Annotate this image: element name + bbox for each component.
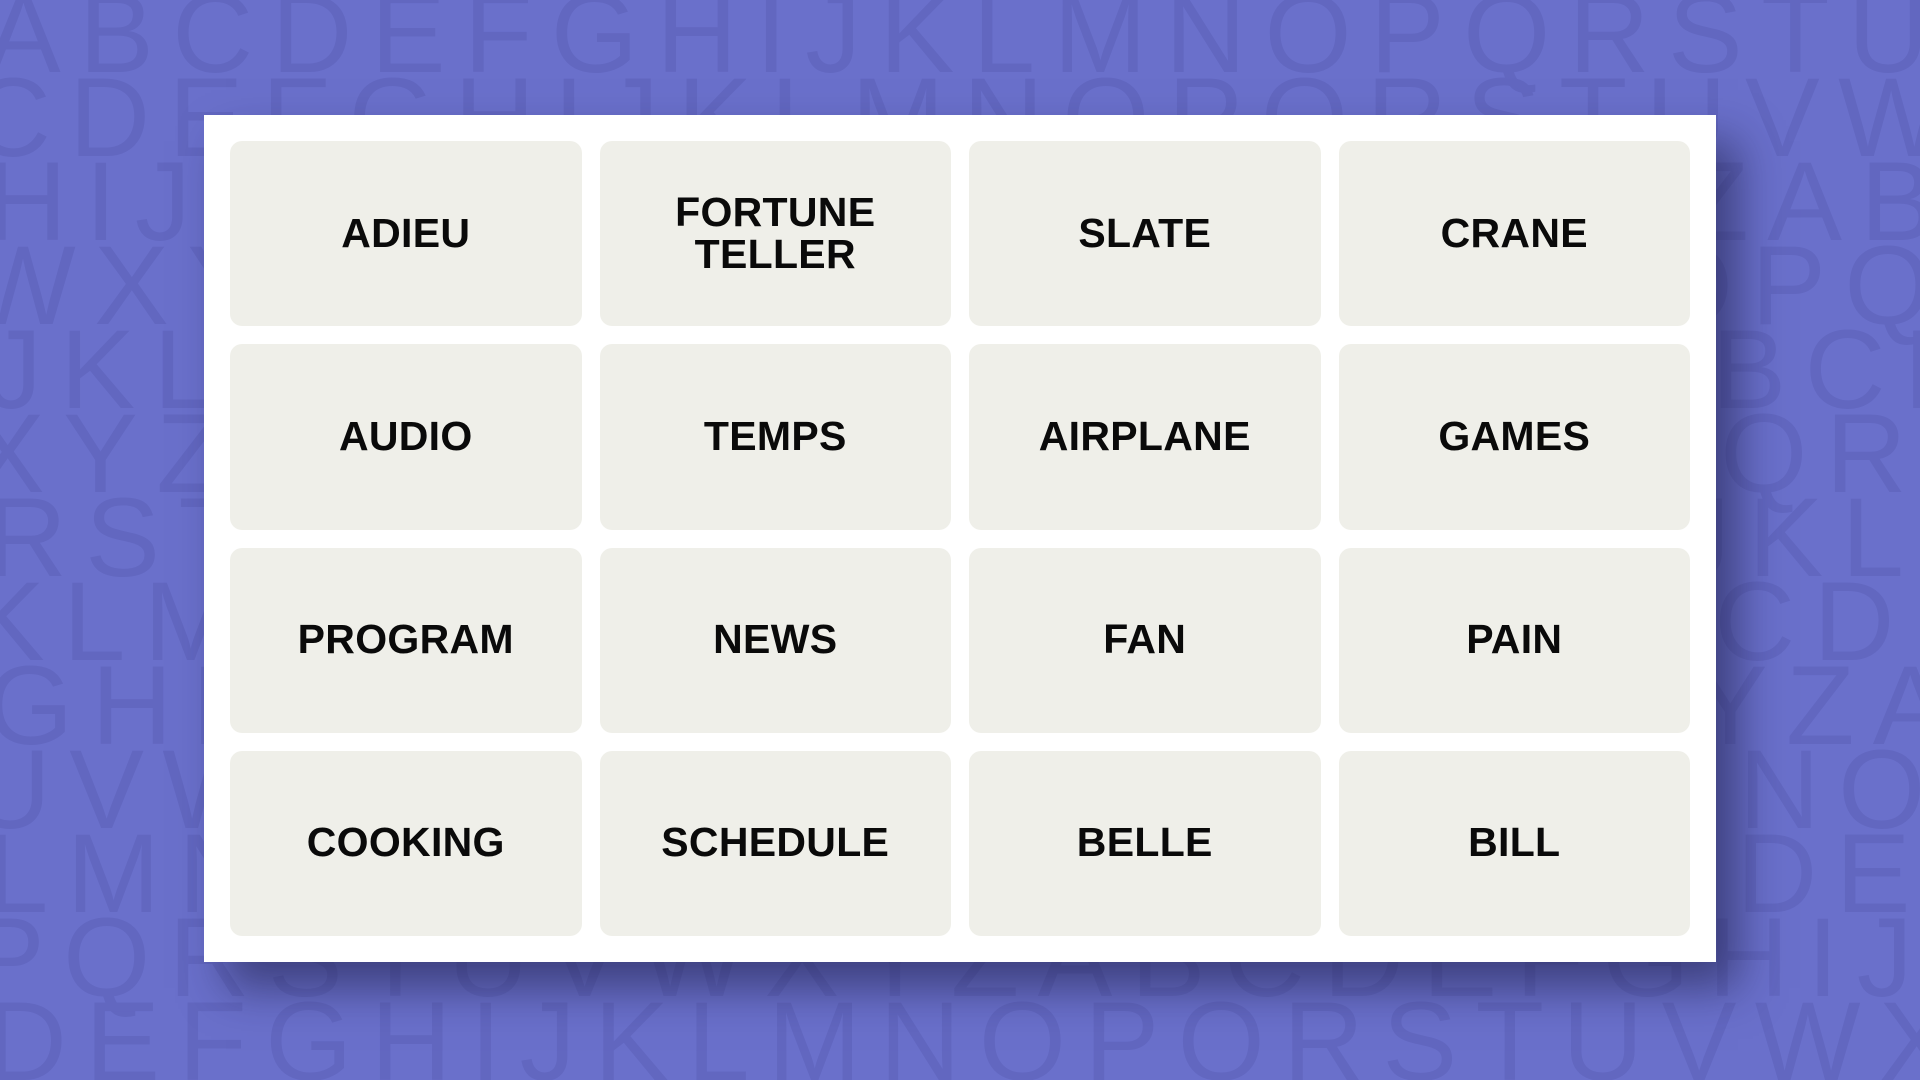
word-tile-label: AIRPLANE [1038, 412, 1251, 459]
word-tile[interactable]: FORTUNE TELLER [599, 141, 951, 327]
word-tile[interactable]: FAN [969, 547, 1321, 733]
word-board-card: ADIEU FORTUNE TELLER SLATE CRANE AUDIO TEMPS A… [204, 115, 1716, 962]
background-letter-row: A B C D E F G H I J K L M N O P Q R S T … [0, 0, 1920, 96]
word-tile-label: BILL [1468, 819, 1561, 866]
word-tile[interactable]: PAIN [1338, 547, 1690, 733]
word-tile-label: SCHEDULE [661, 819, 890, 866]
word-tile[interactable]: ADIEU [230, 141, 582, 327]
word-tile-label: FAN [1103, 616, 1187, 663]
word-tile[interactable]: SCHEDULE [599, 750, 951, 936]
word-tile[interactable]: TEMPS [599, 344, 951, 530]
word-tile[interactable]: SLATE [969, 141, 1321, 327]
word-tile-label: GAMES [1438, 412, 1591, 459]
word-tile-label: BELLE [1076, 819, 1213, 866]
word-tile-label: FORTUNE TELLER [675, 188, 876, 277]
word-tile-label: TEMPS [703, 412, 847, 459]
background-letter-row: D E F G H I J K L M N O P Q R S T U V W … [0, 979, 1920, 1080]
word-tile[interactable]: COOKING [230, 750, 582, 936]
background-letter-row: W X Y Z A B C D E F G H I J K L M N O P … [0, 1070, 1920, 1080]
word-tile-label: COOKING [306, 819, 505, 866]
word-tile-label: ADIEU [341, 209, 471, 256]
word-tile-grid: ADIEU FORTUNE TELLER SLATE CRANE AUDIO TEMPS A… [230, 141, 1690, 936]
word-tile[interactable]: CRANE [1338, 141, 1690, 327]
word-tile[interactable]: GAMES [1338, 344, 1690, 530]
word-tile[interactable]: AUDIO [230, 344, 582, 530]
word-tile[interactable]: BELLE [969, 750, 1321, 936]
word-tile[interactable]: PROGRAM [230, 547, 582, 733]
word-tile-label: PROGRAM [297, 616, 514, 663]
word-tile-label: NEWS [713, 616, 838, 663]
word-tile[interactable]: BILL [1338, 750, 1690, 936]
word-tile[interactable]: AIRPLANE [969, 344, 1321, 530]
word-tile-label: SLATE [1078, 209, 1212, 256]
word-tile-label: PAIN [1466, 616, 1563, 663]
word-tile-label: CRANE [1440, 209, 1588, 256]
word-tile-label: AUDIO [338, 412, 473, 459]
word-tile[interactable]: NEWS [599, 547, 951, 733]
